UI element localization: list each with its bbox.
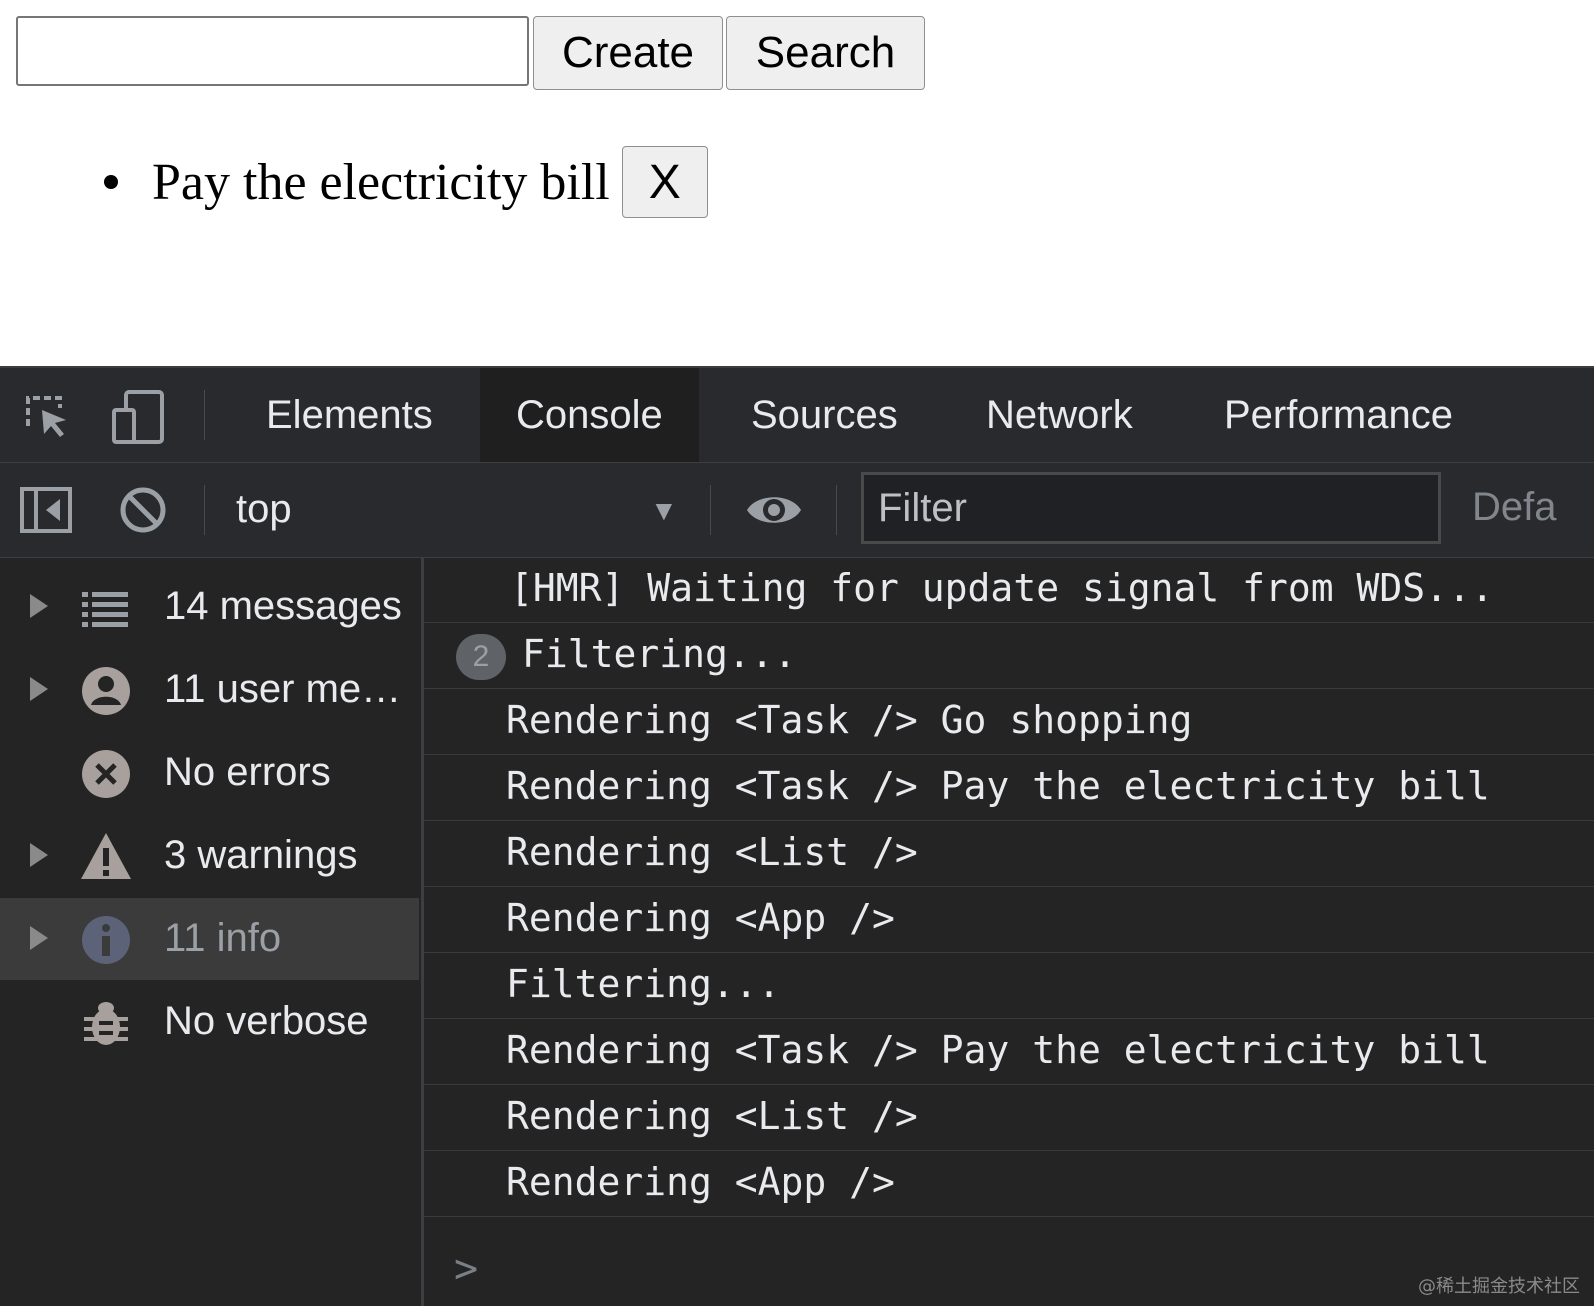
message-text: Filtering...: [506, 962, 781, 1006]
task-text: Pay the electricity bill: [152, 153, 610, 211]
remove-task-button[interactable]: X: [621, 146, 708, 218]
message-text: Rendering <Task /> Go shopping: [506, 698, 1193, 742]
tab-elements[interactable]: Elements: [230, 368, 469, 462]
clear-console-icon[interactable]: [118, 485, 168, 535]
list-icon: [80, 582, 132, 634]
console-message[interactable]: Rendering <App />: [424, 1152, 1594, 1217]
create-button[interactable]: Create: [533, 16, 723, 90]
message-text: Rendering <List />: [506, 830, 918, 874]
sidebar-item-label: 11 info: [164, 916, 282, 960]
device-toolbar-icon[interactable]: [112, 390, 164, 444]
task-item: Pay the electricity bill X: [104, 146, 708, 218]
sidebar-item-label: No verbose: [164, 999, 369, 1043]
show-sidebar-icon[interactable]: [20, 485, 72, 535]
sidebar-item-label: 3 warnings: [164, 833, 358, 877]
console-output: [HMR] Waiting for update signal from WDS…: [424, 558, 1594, 1306]
toolbar-divider: [204, 485, 205, 535]
warning-icon: [80, 831, 132, 883]
tab-sources[interactable]: Sources: [715, 368, 934, 462]
task-input[interactable]: [16, 16, 529, 86]
log-levels-dropdown[interactable]: Defa: [1472, 485, 1557, 530]
filter-input[interactable]: [861, 472, 1441, 544]
devtools-panel: Elements Console Sources Network Perform…: [0, 366, 1594, 1306]
toolbar-divider: [836, 485, 837, 535]
console-toolbar: top ▼ Defa: [0, 463, 1594, 558]
message-text: Rendering <App />: [506, 1160, 895, 1204]
watermark: @稀土掘金技术社区: [1418, 1276, 1580, 1297]
toolbar-divider: [204, 390, 205, 440]
console-message[interactable]: [HMR] Waiting for update signal from WDS…: [424, 558, 1594, 623]
info-icon: [80, 914, 132, 966]
message-text: Rendering <Task /> Pay the electricity b…: [506, 1028, 1490, 1072]
expand-arrow-icon[interactable]: [30, 926, 48, 950]
task-list: Pay the electricity bill X: [104, 146, 708, 218]
inspect-element-icon[interactable]: [22, 390, 72, 440]
tab-console[interactable]: Console: [480, 368, 699, 462]
sidebar-item-verbose[interactable]: No verbose: [0, 981, 419, 1063]
sidebar-item-label: 14 messages: [164, 584, 402, 628]
toolbar-divider: [710, 485, 711, 535]
console-sidebar: 14 messages 11 user me… No errors 3 warn…: [0, 558, 424, 1306]
devtools-tabbar: Elements Console Sources Network Perform…: [0, 368, 1594, 463]
console-message[interactable]: Rendering <List />: [424, 822, 1594, 887]
dropdown-arrow-icon[interactable]: ▼: [650, 495, 678, 527]
console-message[interactable]: Rendering <Task /> Pay the electricity b…: [424, 1020, 1594, 1085]
sidebar-item-label: No errors: [164, 750, 331, 794]
console-message[interactable]: Rendering <List />: [424, 1086, 1594, 1151]
search-button[interactable]: Search: [726, 16, 925, 90]
sidebar-item-messages[interactable]: 14 messages: [0, 566, 419, 648]
message-text: [HMR] Waiting for update signal from WDS…: [510, 566, 1494, 610]
sidebar-item-warnings[interactable]: 3 warnings: [0, 815, 419, 897]
console-message[interactable]: 2 Filtering...: [424, 624, 1594, 689]
console-message[interactable]: Rendering <Task /> Pay the electricity b…: [424, 756, 1594, 821]
console-message[interactable]: Rendering <Task /> Go shopping: [424, 690, 1594, 755]
sidebar-item-user-messages[interactable]: 11 user me…: [0, 649, 419, 731]
sidebar-item-errors[interactable]: No errors: [0, 732, 419, 814]
bullet-icon: [104, 175, 118, 189]
context-selector[interactable]: top: [236, 487, 292, 532]
sidebar-item-info[interactable]: 11 info: [0, 898, 419, 980]
expand-arrow-icon[interactable]: [30, 594, 48, 618]
tab-network[interactable]: Network: [950, 368, 1169, 462]
bug-icon: [80, 997, 132, 1049]
console-message[interactable]: Rendering <App />: [424, 888, 1594, 953]
repeat-count-badge: 2: [456, 634, 506, 680]
message-text: Filtering...: [522, 632, 797, 676]
live-expression-eye-icon[interactable]: [745, 489, 803, 539]
error-icon: [80, 748, 132, 800]
console-prompt-icon[interactable]: >: [454, 1246, 478, 1292]
message-text: Rendering <App />: [506, 896, 895, 940]
expand-arrow-icon[interactable]: [30, 843, 48, 867]
message-text: Rendering <List />: [506, 1094, 918, 1138]
console-message[interactable]: Filtering...: [424, 954, 1594, 1019]
expand-arrow-icon[interactable]: [30, 677, 48, 701]
sidebar-item-label: 11 user me…: [164, 667, 402, 711]
tab-performance[interactable]: Performance: [1188, 368, 1489, 462]
message-text: Rendering <Task /> Pay the electricity b…: [506, 764, 1490, 808]
user-icon: [80, 665, 132, 717]
